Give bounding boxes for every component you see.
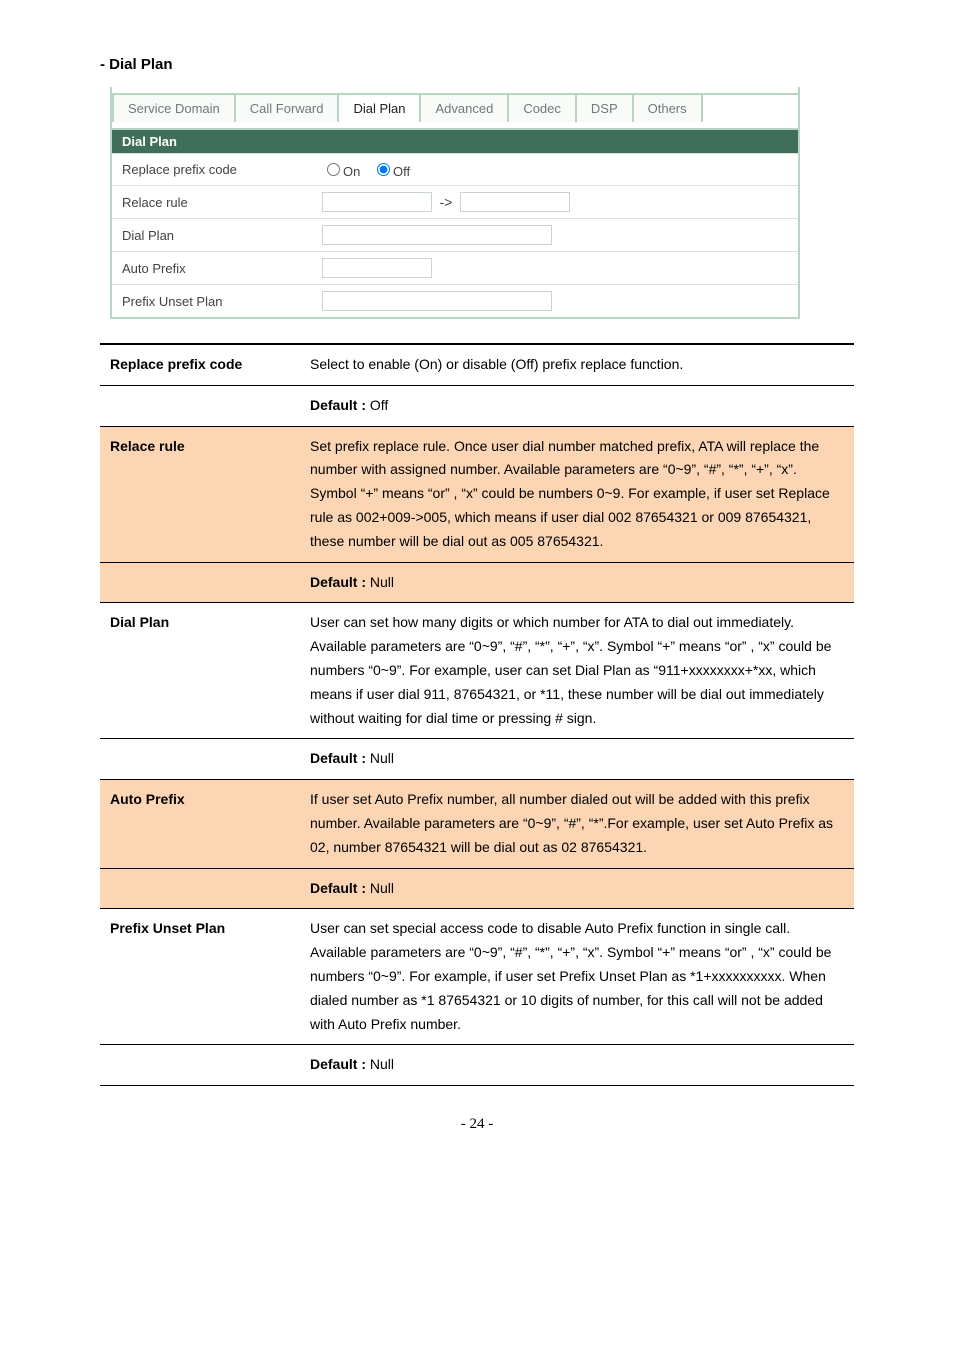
desc-key-replace-prefix-code: Replace prefix code xyxy=(100,344,300,385)
desc-body-prefix-unset-plan: User can set special access code to disa… xyxy=(300,909,854,1045)
default-value: Null xyxy=(370,574,394,590)
default-value: Null xyxy=(370,1056,394,1072)
tab-advanced[interactable]: Advanced xyxy=(421,95,509,122)
input-relace-rule-to[interactable] xyxy=(460,192,570,212)
default-label: Default : xyxy=(310,574,366,590)
radio-off-wrap[interactable]: Off xyxy=(372,164,410,179)
tab-others[interactable]: Others xyxy=(634,95,703,122)
tab-codec[interactable]: Codec xyxy=(509,95,577,122)
label-relace-rule: Relace rule xyxy=(111,186,312,219)
default-label: Default : xyxy=(310,750,366,766)
description-table: Replace prefix code Select to enable (On… xyxy=(100,343,854,1086)
page-footer: - 24 - xyxy=(100,1116,854,1133)
desc-body-relace-rule: Set prefix replace rule. Once user dial … xyxy=(300,426,854,562)
desc-body-replace-prefix-code: Select to enable (On) or disable (Off) p… xyxy=(300,344,854,385)
label-auto-prefix: Auto Prefix xyxy=(111,252,312,285)
arrow-label: -> xyxy=(440,194,453,210)
default-label: Default : xyxy=(310,1056,366,1072)
tabs-bar: Service Domain Call Forward Dial Plan Ad… xyxy=(112,93,798,122)
label-prefix-unset-plan: Prefix Unset Plan xyxy=(111,285,312,319)
label-replace-prefix-code: Replace prefix code xyxy=(111,154,312,186)
input-dial-plan[interactable] xyxy=(322,225,552,245)
radio-off-label: Off xyxy=(393,164,410,179)
radio-on[interactable] xyxy=(327,163,340,176)
default-label: Default : xyxy=(310,397,366,413)
radio-off[interactable] xyxy=(377,163,390,176)
default-value: Null xyxy=(370,750,394,766)
input-relace-rule-from[interactable] xyxy=(322,192,432,212)
input-auto-prefix[interactable] xyxy=(322,258,432,278)
tab-dial-plan[interactable]: Dial Plan xyxy=(339,95,421,122)
section-title: Dial Plan xyxy=(111,129,799,154)
label-dial-plan: Dial Plan xyxy=(111,219,312,252)
default-value: Null xyxy=(370,880,394,896)
desc-key-prefix-unset-plan: Prefix Unset Plan xyxy=(100,909,300,1045)
page-heading: - Dial Plan xyxy=(100,56,854,73)
desc-body-dial-plan: User can set how many digits or which nu… xyxy=(300,603,854,739)
input-prefix-unset-plan[interactable] xyxy=(322,291,552,311)
radio-on-wrap[interactable]: On xyxy=(322,164,360,179)
desc-key-dial-plan: Dial Plan xyxy=(100,603,300,739)
radio-on-label: On xyxy=(343,164,360,179)
default-value: Off xyxy=(370,397,388,413)
desc-key-relace-rule: Relace rule xyxy=(100,426,300,562)
tab-call-forward[interactable]: Call Forward xyxy=(236,95,340,122)
desc-body-auto-prefix: If user set Auto Prefix number, all numb… xyxy=(300,780,854,868)
tab-dsp[interactable]: DSP xyxy=(577,95,634,122)
tab-service-domain[interactable]: Service Domain xyxy=(114,95,236,122)
default-label: Default : xyxy=(310,880,366,896)
desc-key-auto-prefix: Auto Prefix xyxy=(100,780,300,868)
embedded-ui-panel: Service Domain Call Forward Dial Plan Ad… xyxy=(110,87,800,319)
